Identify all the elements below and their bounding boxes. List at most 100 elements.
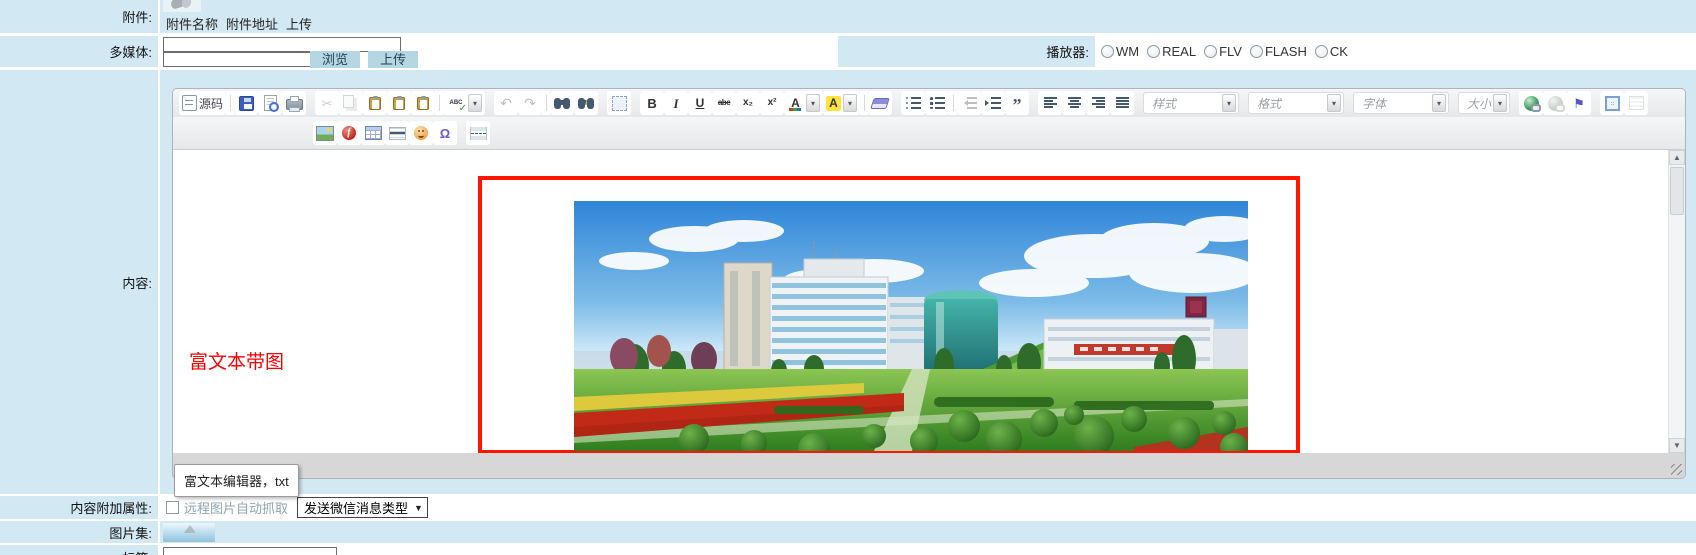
editor-content-area[interactable]: 富文本带图 ▲ ▼ (173, 150, 1685, 453)
attachment-link[interactable]: 附件名称 (166, 14, 218, 33)
table-icon (364, 126, 382, 140)
paste-button[interactable] (363, 91, 388, 115)
radio-button-icon (1249, 45, 1263, 58)
anchor-icon: ⚑ (1573, 95, 1585, 111)
chevron-down-icon[interactable]: ▾ (806, 94, 821, 112)
paste-text-button[interactable]: T (387, 91, 412, 115)
underline-icon: U (695, 96, 705, 110)
numbered-list-button[interactable] (901, 91, 926, 115)
bulleted-list-button[interactable] (925, 91, 950, 115)
blockquote-button[interactable]: ” (1005, 91, 1030, 115)
special-char-button[interactable]: Ω (433, 121, 457, 145)
font-combo[interactable]: 字体 ▾ (1353, 92, 1450, 114)
superscript-button[interactable]: x² (760, 91, 785, 115)
toolbar-gap (631, 91, 640, 115)
bottom-row-input[interactable] (163, 547, 337, 555)
align-left-button[interactable] (1038, 91, 1063, 115)
upload-button[interactable]: 上传 (368, 51, 418, 68)
attachment-link[interactable]: 附件地址 (226, 14, 278, 33)
preview-button[interactable] (258, 91, 283, 115)
align-right-button[interactable] (1086, 91, 1111, 115)
size-combo[interactable]: 大小 ▾ (1458, 92, 1511, 114)
subscript-button[interactable]: x₂ (736, 91, 761, 115)
scrollbar-thumb[interactable] (1670, 167, 1684, 215)
extra-attributes-row: 内容附加属性: 远程图片自动抓取 发送微信消息类型 ▼ (0, 496, 1696, 519)
browse-button[interactable]: 浏览 (310, 51, 360, 68)
anchor-button[interactable]: ⚑ (1567, 91, 1592, 115)
scroll-down-icon[interactable]: ▼ (1669, 438, 1685, 453)
chevron-down-icon[interactable]: ▾ (843, 94, 858, 112)
attachment-links: 附件名称 附件地址 上传 (166, 14, 312, 33)
scrollbar-track[interactable] (1669, 165, 1685, 438)
horizontal-rule-icon (388, 126, 406, 140)
bg-color-button[interactable]: A ▾ (823, 91, 861, 115)
replace-button[interactable]: ab (574, 91, 599, 115)
chevron-down-icon[interactable]: ▾ (1493, 94, 1508, 112)
align-justify-button[interactable] (1110, 91, 1135, 115)
player-radio-flv[interactable]: FLV (1204, 44, 1242, 59)
wechat-message-type-select[interactable]: 发送微信消息类型 ▼ (297, 497, 428, 518)
copy-icon (343, 94, 355, 108)
align-center-button[interactable] (1062, 91, 1087, 115)
indent-button[interactable] (981, 91, 1006, 115)
save-button[interactable] (234, 91, 259, 115)
remote-image-grab-checkbox[interactable] (166, 501, 179, 514)
bold-button[interactable]: B (640, 91, 665, 115)
spellcheck-button[interactable]: ABC▾ (443, 91, 486, 115)
maximize-button[interactable] (1600, 91, 1625, 115)
player-radio-real[interactable]: REAL (1147, 44, 1196, 59)
print-button[interactable] (282, 91, 307, 115)
attachment-link[interactable]: 上传 (286, 14, 312, 33)
editor-scrollbar[interactable]: ▲ ▼ (1668, 150, 1685, 453)
remove-format-button[interactable] (868, 91, 893, 115)
bottom-row: 标签: (0, 545, 1696, 555)
font-combo-label: 字体 (1362, 96, 1387, 111)
link-button[interactable] (1519, 91, 1544, 115)
player-radio-wm[interactable]: WM (1101, 44, 1139, 59)
toolbar-gap (457, 121, 466, 145)
save-icon (238, 95, 254, 111)
italic-icon: I (673, 95, 679, 111)
editor-text[interactable]: 富文本带图 (189, 347, 284, 374)
toolbar-gap (1239, 91, 1248, 115)
chevron-down-icon[interactable]: ▾ (1327, 94, 1342, 112)
format-combo[interactable]: 格式 ▾ (1248, 92, 1345, 114)
special-char-icon: Ω (439, 125, 451, 141)
player-label: 播放器: (835, 36, 1095, 67)
scroll-up-icon[interactable]: ▲ (1669, 150, 1685, 165)
text-color-button[interactable]: A ▾ (784, 91, 824, 115)
toolbar-gap (485, 91, 494, 115)
chevron-down-icon[interactable]: ▾ (468, 94, 483, 112)
player-radio-flash[interactable]: FLASH (1249, 44, 1307, 59)
resize-handle-icon[interactable] (1671, 464, 1682, 475)
horizontal-rule-button[interactable] (385, 121, 409, 145)
italic-button[interactable]: I (664, 91, 689, 115)
table-button[interactable] (361, 121, 385, 145)
media-url-input[interactable] (163, 37, 401, 52)
smiley-button[interactable] (409, 121, 433, 145)
chevron-down-icon[interactable]: ▾ (1222, 94, 1237, 112)
image-button[interactable] (313, 121, 337, 145)
flash-button[interactable]: f (337, 121, 361, 145)
radio-button-icon (1101, 45, 1114, 58)
source-button[interactable]: 源码 (179, 91, 227, 115)
player-radio-ck[interactable]: CK (1314, 44, 1348, 59)
cut-icon: ✂ (321, 95, 333, 111)
media-file-input[interactable] (163, 52, 311, 67)
unlink-icon (1547, 95, 1565, 112)
style-combo[interactable]: 样式 ▾ (1143, 92, 1240, 114)
find-button[interactable] (550, 91, 575, 115)
multimedia-row: 多媒体: 浏览 上传 播放器: WM REAL FLV FLASH CK (0, 36, 1696, 68)
article-edit-form: 附件: 附件名称 附件地址 上传 多媒体: 浏览 上传 播放器: WM REAL FLV… (0, 0, 1696, 555)
page-break-button[interactable] (466, 121, 490, 145)
chevron-down-icon[interactable]: ▾ (1432, 94, 1447, 112)
gallery-thumbnail[interactable] (163, 523, 215, 542)
strikethrough-button[interactable]: abe (712, 91, 737, 115)
flash-icon: f (342, 126, 356, 140)
select-all-button[interactable] (607, 91, 632, 115)
underline-button[interactable]: U (688, 91, 713, 115)
link-icon (1523, 95, 1541, 112)
embedded-photo[interactable] (574, 201, 1248, 451)
bottom-row-label: 标签: (0, 545, 160, 555)
paste-word-button[interactable]: W (411, 91, 436, 115)
